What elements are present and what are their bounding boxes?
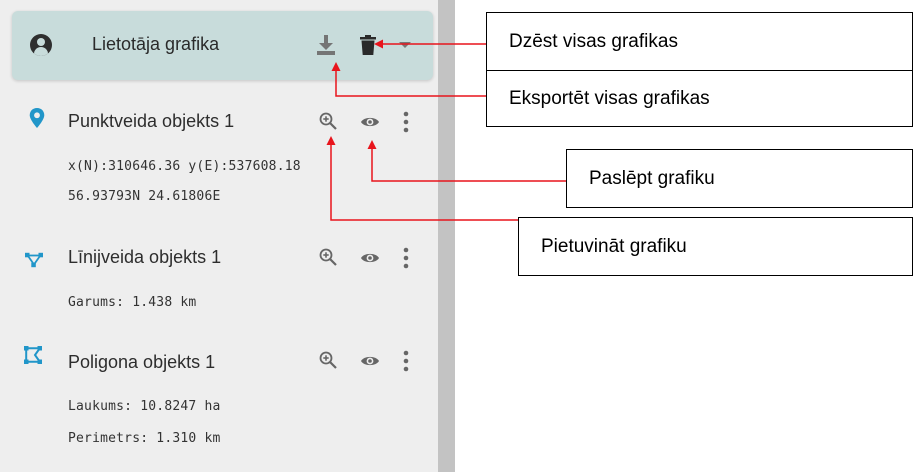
callout-hide: Paslēpt grafiku <box>566 149 913 208</box>
more-vert-icon[interactable] <box>403 111 409 133</box>
scrollbar[interactable] <box>438 0 455 472</box>
polyline-icon <box>25 252 43 268</box>
callout-export-all: Eksportēt visas grafikas <box>486 70 913 127</box>
callout-hide-text: Paslēpt grafiku <box>589 167 715 189</box>
user-graphics-title: Lietotāja grafika <box>92 34 220 54</box>
zoom-in-icon[interactable] <box>319 112 337 130</box>
item-title: Punktveida objekts 1 <box>68 111 235 131</box>
chevron-down-icon[interactable] <box>399 42 411 48</box>
coordinates-latlon: 56.93793N 24.61806E <box>68 189 221 204</box>
length-value: Garums: 1.438 km <box>68 295 197 310</box>
eye-icon[interactable] <box>361 355 379 367</box>
area-value: Laukums: 10.8247 ha <box>68 399 221 414</box>
callout-delete-all-text: Dzēst visas grafikas <box>509 31 678 52</box>
more-vert-icon[interactable] <box>403 350 409 372</box>
more-vert-icon[interactable] <box>403 247 409 269</box>
zoom-in-icon[interactable] <box>319 351 337 369</box>
graphics-panel: Lietotāja grafika Punktveida objekts 1 x… <box>0 0 438 472</box>
item-title: Līnijveida objekts 1 <box>68 247 222 267</box>
coordinates-xy: x(N):310646.36 y(E):537608.18 <box>68 159 301 174</box>
eye-icon[interactable] <box>361 116 379 128</box>
callout-delete-all: Dzēst visas grafikas <box>486 12 913 72</box>
download-icon[interactable] <box>317 35 335 55</box>
user-icon <box>30 34 52 56</box>
eye-icon[interactable] <box>361 252 379 264</box>
callout-zoom: Pietuvināt grafiku <box>518 217 913 276</box>
user-graphics-header[interactable]: Lietotāja grafika <box>12 11 433 80</box>
callout-zoom-text: Pietuvināt grafiku <box>541 235 687 257</box>
trash-icon[interactable] <box>360 35 376 55</box>
zoom-in-icon[interactable] <box>319 248 337 266</box>
polygon-icon <box>24 346 42 364</box>
perimeter-value: Perimetrs: 1.310 km <box>68 431 221 446</box>
callout-export-all-text: Eksportēt visas grafikas <box>509 87 710 109</box>
location-pin-icon <box>29 108 45 128</box>
item-title: Poligona objekts 1 <box>68 352 216 372</box>
